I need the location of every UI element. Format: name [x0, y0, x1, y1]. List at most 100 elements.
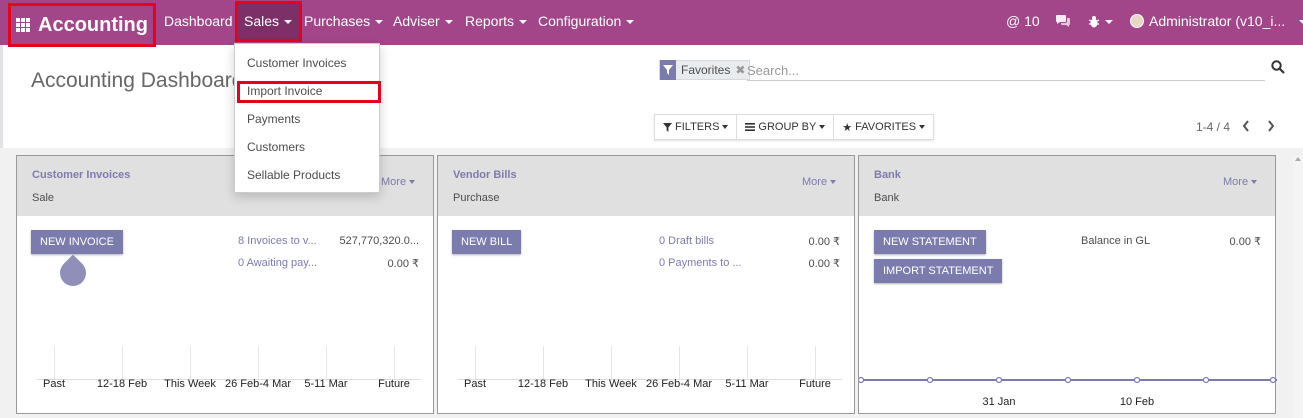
- app-brand[interactable]: Accounting: [8, 3, 156, 47]
- search-icon[interactable]: [1271, 60, 1285, 77]
- filter-icon: [660, 60, 676, 80]
- user-menu[interactable]: Administrator (v10_i...: [1130, 0, 1303, 44]
- balance-in-gl-amount: 0.00 ₹: [1229, 236, 1261, 248]
- import-statement-button[interactable]: IMPORT STATEMENT: [874, 259, 1003, 283]
- messages-counter[interactable]: @ 10: [1006, 0, 1040, 44]
- menu-adviser[interactable]: Adviser: [393, 0, 453, 44]
- search-options: FILTERS GROUP BY ★ FAVORITES: [654, 114, 935, 140]
- menu-dashboard-label: Dashboard: [164, 13, 233, 29]
- filter-icon: [663, 122, 672, 132]
- caret-down-icon: [1105, 20, 1113, 25]
- caret-down-icon: [1251, 180, 1258, 185]
- x-tick-label: This Week: [585, 378, 637, 390]
- menu-adviser-label: Adviser: [393, 13, 440, 29]
- new-bill-button[interactable]: NEW BILL: [452, 230, 522, 254]
- journal-card-bank: Bank Bank More NEW STATEMENT IMPORT STAT…: [858, 155, 1277, 414]
- avatar: [1130, 14, 1144, 28]
- more-label: More: [802, 176, 828, 188]
- groupby-button[interactable]: GROUP BY: [737, 115, 835, 139]
- tooltip-marker: [54, 254, 92, 292]
- x-tick-label: 5-11 Mar: [725, 378, 769, 390]
- caret-down-icon: [519, 20, 528, 25]
- more-button[interactable]: More: [381, 176, 416, 188]
- bug-icon: [1088, 16, 1100, 28]
- menu-sales[interactable]: Sales: [244, 0, 293, 44]
- menu-purchases-label: Purchases: [304, 13, 371, 29]
- chat-icon[interactable]: [1055, 0, 1071, 44]
- star-icon: ★: [842, 121, 853, 134]
- card-title[interactable]: Bank: [874, 169, 901, 181]
- caret-down-icon: [819, 125, 826, 129]
- chevron-left-icon[interactable]: [1236, 116, 1256, 136]
- menu-sales-label: Sales: [244, 13, 280, 29]
- sales-dropdown-menu: Customer Invoices Import Invoice Payment…: [234, 43, 381, 193]
- chevron-right-icon[interactable]: [1261, 116, 1281, 136]
- menu-reports[interactable]: Reports: [465, 0, 528, 44]
- card-subtitle: Purchase: [453, 192, 500, 204]
- x-tick-label: 31 Jan: [982, 396, 1016, 408]
- payments-to-do-amount: 0.00 ₹: [808, 258, 840, 270]
- invoices-to-validate-amount: 527,770,320.0...: [339, 235, 419, 247]
- favorites-button[interactable]: ★ FAVORITES: [834, 115, 933, 139]
- page-title: Accounting Dashboard: [31, 69, 244, 92]
- new-invoice-button[interactable]: NEW INVOICE: [31, 230, 123, 254]
- close-icon[interactable]: ✖: [735, 63, 745, 77]
- x-tick-label: 26 Feb-4 Mar: [645, 378, 713, 390]
- x-tick-label: This Week: [164, 378, 216, 390]
- card-title[interactable]: Vendor Bills: [453, 169, 517, 181]
- card-subtitle: Sale: [32, 192, 55, 204]
- more-button[interactable]: More: [802, 176, 837, 188]
- caret-down-icon: [375, 20, 384, 25]
- search-input[interactable]: [747, 61, 1265, 81]
- filters-label: FILTERS: [675, 121, 720, 133]
- caret-down-icon: [722, 125, 729, 129]
- card-title[interactable]: Customer Invoices: [32, 169, 130, 181]
- x-tick-label: Future: [378, 378, 410, 390]
- caret-down-icon: [830, 180, 837, 185]
- facet-label: Favorites: [681, 63, 731, 77]
- menu-item-sellable-products[interactable]: Sellable Products: [247, 168, 340, 182]
- card-subtitle: Bank: [874, 192, 900, 204]
- draft-bills-link[interactable]: 0 Draft bills: [659, 235, 714, 247]
- search-view: Favorites ✖: [654, 55, 1288, 83]
- x-tick-label: Future: [799, 378, 831, 390]
- x-tick-label: 26 Feb-4 Mar: [224, 378, 292, 390]
- awaiting-payment-link[interactable]: 0 Awaiting pay...: [238, 257, 317, 269]
- menu-item-customers[interactable]: Customers: [247, 140, 305, 154]
- caret-down-icon: [409, 180, 416, 185]
- apps-grid-icon[interactable]: [16, 18, 30, 32]
- bank-balance-line: [859, 376, 1277, 384]
- menu-item-customer-invoices[interactable]: Customer Invoices: [247, 56, 346, 70]
- more-button[interactable]: More: [1223, 176, 1258, 188]
- dashboard-scrollbar[interactable]: [1293, 155, 1303, 418]
- balance-in-gl-label: Balance in GL: [1081, 235, 1151, 247]
- user-name: Administrator (v10_i...: [1149, 13, 1286, 29]
- caret-down-icon: [919, 125, 926, 129]
- card-header: Vendor Bills Purchase More: [438, 156, 854, 216]
- search-facet[interactable]: Favorites ✖: [659, 60, 751, 80]
- favorites-label: FAVORITES: [855, 121, 917, 133]
- app-title: Accounting: [38, 13, 148, 36]
- menu-dashboard[interactable]: Dashboard: [164, 0, 233, 44]
- scroll-up-icon[interactable]: [1295, 157, 1301, 161]
- filters-button[interactable]: FILTERS: [655, 115, 738, 139]
- debug-menu[interactable]: [1088, 0, 1113, 44]
- journal-card-vendor-bills: Vendor Bills Purchase More NEW BILL 0 Dr…: [437, 155, 855, 414]
- menu-item-import-invoice[interactable]: Import Invoice: [247, 84, 322, 98]
- menu-reports-label: Reports: [465, 13, 515, 29]
- menu-purchases[interactable]: Purchases: [304, 0, 384, 44]
- menu-item-payments[interactable]: Payments: [247, 112, 300, 126]
- x-tick-label: 5-11 Mar: [304, 378, 348, 390]
- card-header: Bank Bank More: [859, 156, 1275, 216]
- x-tick-label: 12-18 Feb: [517, 378, 569, 390]
- journal-card-customer-invoices: Customer Invoices Sale More NEW INVOICE …: [16, 155, 434, 414]
- payments-to-do-link[interactable]: 0 Payments to ...: [659, 257, 742, 269]
- top-navbar: Accounting Dashboard Sales Purchases Adv…: [0, 0, 1303, 47]
- caret-down-icon: [284, 20, 293, 25]
- draft-bills-amount: 0.00 ₹: [808, 236, 840, 248]
- menu-configuration[interactable]: Configuration: [538, 0, 635, 44]
- awaiting-payment-amount: 0.00 ₹: [387, 258, 419, 270]
- invoices-to-validate-link[interactable]: 8 Invoices to v...: [238, 235, 317, 247]
- more-label: More: [1223, 176, 1249, 188]
- new-statement-button[interactable]: NEW STATEMENT: [874, 230, 986, 254]
